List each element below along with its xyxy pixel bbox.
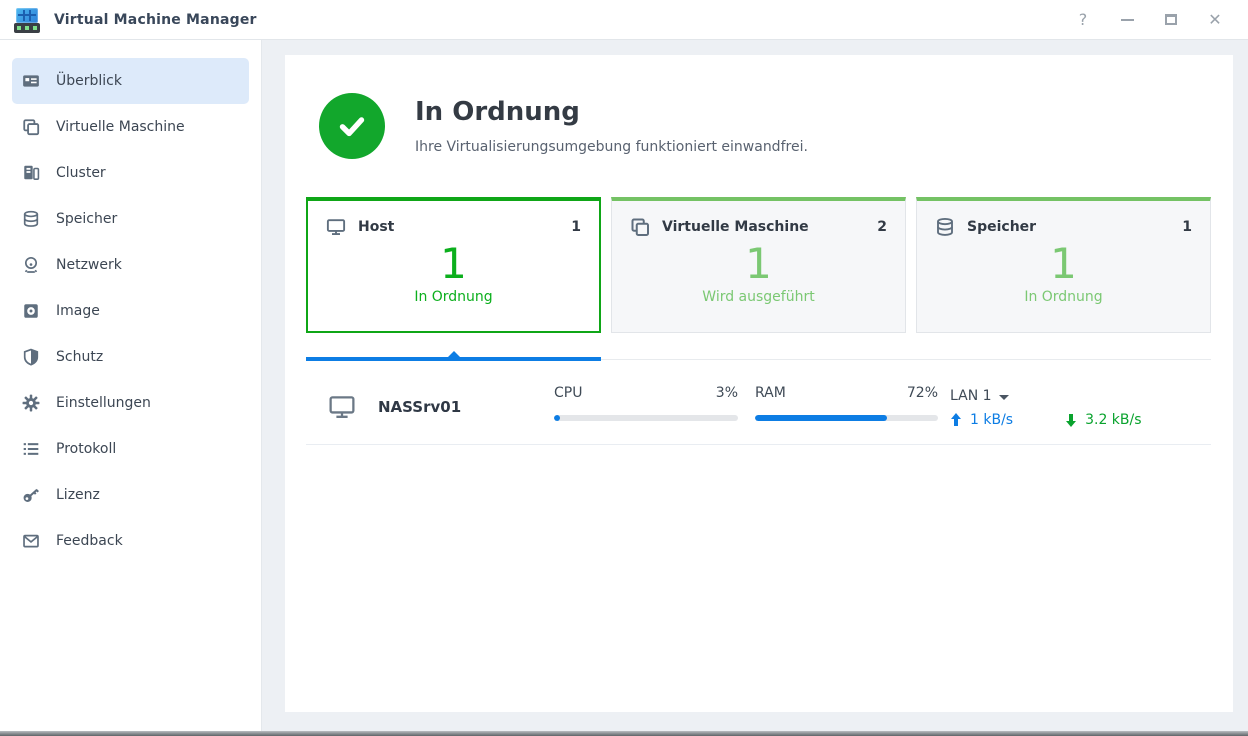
chevron-down-icon	[999, 395, 1009, 400]
minimize-icon	[1121, 19, 1134, 21]
ram-value: 72%	[907, 385, 938, 401]
cpu-label: CPU	[554, 385, 582, 401]
sidebar-item-label: Image	[56, 303, 100, 319]
upload-traffic: 1 kB/s	[950, 412, 1013, 428]
card-count: 1	[571, 219, 581, 235]
feedback-mail-icon	[22, 532, 40, 550]
titlebar: Virtual Machine Manager ? ✕	[0, 0, 1248, 40]
upload-value: 1 kB/s	[970, 412, 1013, 428]
storage-icon	[935, 217, 955, 237]
sidebar-item-protection[interactable]: Schutz	[12, 334, 249, 380]
summary-cards: Host 1 1 In Ordnung Virtuelle Maschine 2…	[306, 197, 1211, 333]
ram-meter: RAM 72%	[755, 385, 938, 421]
sidebar-item-label: Netzwerk	[56, 257, 122, 273]
card-virtual-machine[interactable]: Virtuelle Maschine 2 1 Wird ausgeführt	[611, 197, 906, 333]
sidebar-item-label: Cluster	[56, 165, 106, 181]
card-host[interactable]: Host 1 1 In Ordnung	[306, 197, 601, 333]
card-count: 1	[1182, 219, 1192, 235]
sidebar-item-label: Protokoll	[56, 441, 116, 457]
host-monitor-icon	[328, 393, 356, 421]
protection-shield-icon	[22, 348, 40, 366]
cpu-progress-track	[554, 415, 738, 421]
sidebar-item-storage[interactable]: Speicher	[12, 196, 249, 242]
sidebar-item-overview[interactable]: Überblick	[12, 58, 249, 104]
row-divider	[306, 444, 1211, 445]
status-ok-icon	[319, 93, 385, 159]
cpu-progress-fill	[554, 415, 560, 421]
close-icon: ✕	[1208, 12, 1221, 28]
card-status: Wird ausgeführt	[630, 289, 887, 305]
overview-panel: In Ordnung Ihre Virtualisierungsumgebung…	[285, 55, 1233, 712]
settings-gear-icon	[22, 394, 40, 412]
storage-icon	[22, 210, 40, 228]
help-button[interactable]: ?	[1074, 11, 1092, 29]
host-name: NASSrv01	[378, 398, 461, 416]
cpu-meter: CPU 3%	[554, 385, 738, 421]
download-arrow-icon	[1065, 413, 1077, 427]
virtual-machine-icon	[630, 217, 650, 237]
sidebar-item-license[interactable]: Lizenz	[12, 472, 249, 518]
sidebar-item-cluster[interactable]: Cluster	[12, 150, 249, 196]
selected-tab-caret-icon	[447, 351, 461, 358]
minimize-button[interactable]	[1118, 11, 1136, 29]
download-value: 3.2 kB/s	[1085, 412, 1141, 428]
help-icon: ?	[1079, 12, 1088, 28]
overview-icon	[22, 72, 40, 90]
sidebar-item-label: Schutz	[56, 349, 103, 365]
status-subtitle: Ihre Virtualisierungsumgebung funktionie…	[415, 139, 808, 155]
card-value: 1	[935, 241, 1192, 287]
lan-label: LAN 1	[950, 388, 992, 404]
maximize-icon	[1165, 14, 1177, 25]
close-button[interactable]: ✕	[1206, 11, 1224, 29]
card-title: Virtuelle Maschine	[662, 219, 809, 235]
card-value: 1	[326, 241, 581, 287]
ram-label: RAM	[755, 385, 786, 401]
maximize-button[interactable]	[1162, 11, 1180, 29]
lan-section: LAN 1 1 kB/s 3.2 kB/s	[950, 385, 1211, 404]
status-title: In Ordnung	[415, 97, 580, 127]
sidebar-item-feedback[interactable]: Feedback	[12, 518, 249, 564]
image-icon	[22, 302, 40, 320]
sidebar-item-log[interactable]: Protokoll	[12, 426, 249, 472]
host-monitor-icon	[326, 217, 346, 237]
sidebar-item-settings[interactable]: Einstellungen	[12, 380, 249, 426]
sidebar-item-network[interactable]: Netzwerk	[12, 242, 249, 288]
card-count: 2	[877, 219, 887, 235]
download-traffic: 3.2 kB/s	[1065, 412, 1141, 428]
sidebar-item-virtual-machine[interactable]: Virtuelle Maschine	[12, 104, 249, 150]
sidebar-item-label: Einstellungen	[56, 395, 151, 411]
log-list-icon	[22, 440, 40, 458]
window-bottom-edge	[0, 731, 1248, 736]
app-title: Virtual Machine Manager	[54, 12, 257, 28]
sidebar-item-label: Speicher	[56, 211, 117, 227]
card-status: In Ordnung	[935, 289, 1192, 305]
sidebar-item-label: Lizenz	[56, 487, 100, 503]
sidebar-item-image[interactable]: Image	[12, 288, 249, 334]
card-storage[interactable]: Speicher 1 1 In Ordnung	[916, 197, 1211, 333]
ram-progress-track	[755, 415, 938, 421]
app-logo-icon	[14, 7, 40, 33]
sidebar: Überblick Virtuelle Maschine Cluster Spe…	[0, 40, 262, 731]
virtual-machine-icon	[22, 118, 40, 136]
sidebar-item-label: Feedback	[56, 533, 123, 549]
card-title: Speicher	[967, 219, 1036, 235]
sidebar-item-label: Virtuelle Maschine	[56, 119, 185, 135]
card-status: In Ordnung	[326, 289, 581, 305]
lan-dropdown[interactable]: LAN 1	[950, 388, 1009, 404]
card-value: 1	[630, 241, 887, 287]
card-title: Host	[358, 219, 394, 235]
cluster-icon	[22, 164, 40, 182]
network-icon	[22, 256, 40, 274]
ram-progress-fill	[755, 415, 887, 421]
host-row: NASSrv01 CPU 3% RAM 72% LAN 1	[306, 381, 1211, 445]
upload-arrow-icon	[950, 413, 962, 427]
sidebar-item-label: Überblick	[56, 73, 122, 89]
cpu-value: 3%	[716, 385, 738, 401]
license-key-icon	[22, 486, 40, 504]
